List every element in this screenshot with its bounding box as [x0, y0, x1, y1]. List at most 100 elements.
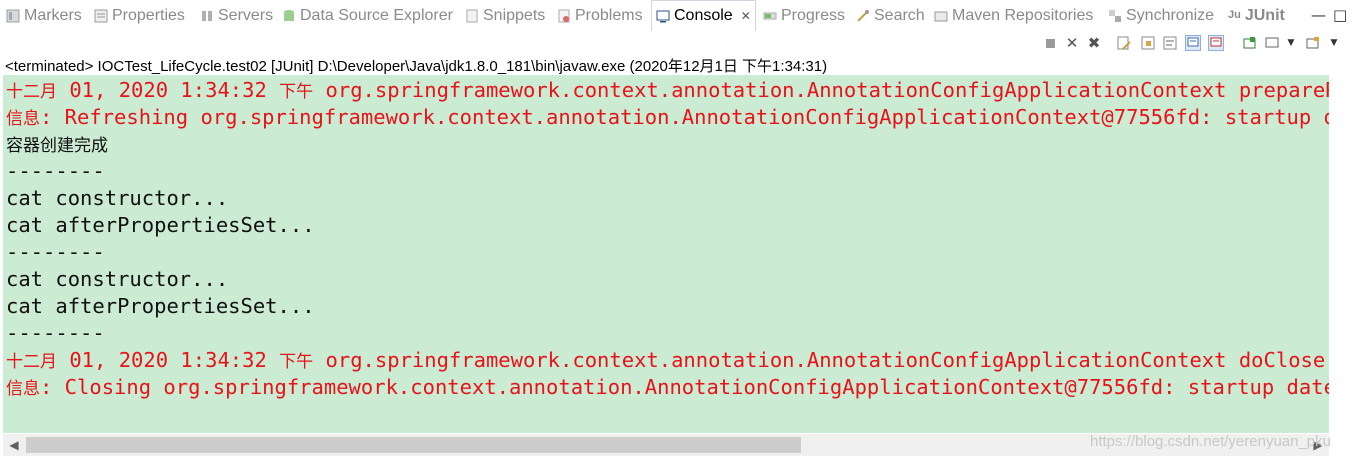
chevron-down-icon: ▼ — [1287, 38, 1295, 48]
remove-launch-button[interactable]: ✕ — [1064, 34, 1080, 52]
console-line-message: org.springframework.context.annotation.A… — [313, 78, 1330, 102]
tab-data-source-explorer[interactable]: Data Source Explorer — [282, 0, 453, 32]
show-console-on-stdout-button[interactable] — [1185, 35, 1201, 51]
console-line-prefix: 信息 — [6, 379, 40, 399]
console-line-text: : Closing org.springframework.context.an… — [40, 375, 1329, 399]
console-line-text: cat constructor... — [6, 186, 229, 210]
console-line: 十二月 01, 2020 1:34:32 下午 org.springframew… — [6, 347, 1325, 374]
console-line-prefix: 容器创建完成 — [6, 136, 108, 156]
console-line: cat constructor... — [6, 185, 228, 212]
snippets-icon — [465, 9, 479, 23]
markers-icon — [6, 9, 20, 23]
console-line-prefix: 十二月 — [6, 352, 57, 372]
console-line: 十二月 01, 2020 1:34:32 下午 org.springframew… — [6, 77, 1329, 104]
tab-label: Markers — [24, 7, 82, 24]
junit-icon: Ju — [1228, 9, 1241, 21]
word-wrap-icon — [1163, 36, 1177, 50]
remove-icon: ✕ — [1065, 34, 1079, 52]
console-toolbar: ✕ ✖ ▼ ▼ — [0, 32, 1353, 54]
console-line-prefix: 信息 — [6, 109, 40, 129]
tab-label: Progress — [781, 7, 846, 24]
clear-console-button[interactable] — [1116, 35, 1132, 51]
display-selected-console-button[interactable] — [1264, 35, 1280, 51]
console-right-margin — [1329, 75, 1353, 433]
remove-all-terminated-button[interactable]: ✖ — [1086, 34, 1102, 52]
progress-icon — [763, 9, 777, 23]
tab-synchronize[interactable]: Synchronize — [1108, 0, 1214, 32]
scroll-left-icon[interactable]: ◀ — [3, 434, 25, 456]
console-line-message: org.springframework.context.annotation.A… — [313, 348, 1326, 372]
console-line: -------- — [6, 239, 105, 266]
tab-label: Snippets — [483, 7, 546, 24]
maximize-view-button[interactable]: □ — [1333, 6, 1347, 24]
terminate-button[interactable] — [1042, 35, 1058, 51]
search-icon — [856, 9, 870, 23]
console-line-text: cat afterPropertiesSet... — [6, 213, 315, 237]
data-source-icon — [282, 9, 296, 23]
console-line-text: : Refreshing org.springframework.context… — [40, 105, 1329, 129]
console-line-text: 01, 2020 1:34:32 — [57, 78, 280, 102]
pin-icon — [1243, 37, 1256, 49]
word-wrap-button[interactable] — [1162, 35, 1178, 51]
console-line-text: 01, 2020 1:34:32 — [57, 348, 280, 372]
tab-console[interactable]: Console ✕ — [651, 0, 756, 31]
launch-status: <terminated> IOCTest_LifeCycle.test02 [J… — [5, 58, 828, 75]
console-line-prefix: 十二月 — [6, 82, 57, 102]
console-line: -------- — [6, 320, 105, 347]
tab-label: Console — [674, 7, 733, 24]
console-line: 容器创建完成 — [6, 131, 108, 158]
tab-markers[interactable]: Markers — [6, 0, 82, 32]
tab-snippets[interactable]: Snippets — [465, 0, 545, 32]
open-console-button[interactable] — [1305, 35, 1321, 51]
synchronize-icon — [1108, 9, 1122, 23]
tab-search[interactable]: Search — [856, 0, 925, 32]
tab-label: Synchronize — [1126, 7, 1215, 24]
tab-problems[interactable]: Problems — [557, 0, 643, 32]
console-line-text: -------- — [6, 321, 105, 345]
tab-progress[interactable]: Progress — [763, 0, 845, 32]
stop-icon — [1045, 38, 1055, 48]
stderr-icon — [1210, 37, 1222, 47]
console-line-text: -------- — [6, 159, 105, 183]
console-line: cat afterPropertiesSet... — [6, 293, 315, 320]
tab-label: JUnit — [1244, 7, 1285, 24]
chevron-down-icon: ▼ — [1330, 38, 1338, 48]
tab-label: Problems — [575, 7, 643, 24]
minimize-view-button[interactable]: — — [1311, 6, 1326, 24]
console-line-ampm: 下午 — [279, 82, 314, 102]
scroll-lock-button[interactable] — [1140, 35, 1156, 51]
display-console-dropdown[interactable]: ▼ — [1283, 35, 1299, 51]
tab-properties[interactable]: Properties — [94, 0, 185, 32]
remove-all-icon: ✖ — [1087, 34, 1101, 52]
tab-junit[interactable]: Ju JUnit — [1228, 0, 1285, 32]
clear-console-icon — [1117, 36, 1131, 50]
console-line: -------- — [6, 158, 105, 185]
view-tab-bar: Markers Properties Servers Data Source E… — [0, 0, 1353, 32]
console-line: 信息: Refreshing org.springframework.conte… — [6, 104, 1329, 131]
servers-icon — [200, 9, 214, 23]
problems-icon — [557, 9, 571, 23]
scrollbar-thumb[interactable] — [26, 437, 801, 453]
console-icon — [656, 9, 670, 23]
watermark: https://blog.csdn.net/yerenyuan_pku — [1090, 433, 1331, 450]
console-line-text: cat constructor... — [6, 267, 229, 291]
console-line: 信息: Closing org.springframework.context.… — [6, 374, 1329, 401]
console-line-ampm: 下午 — [279, 352, 314, 372]
stdout-icon — [1187, 37, 1199, 47]
close-tab-icon[interactable]: ✕ — [741, 9, 751, 23]
console-line: cat afterPropertiesSet... — [6, 212, 315, 239]
scroll-lock-icon — [1141, 36, 1155, 50]
pin-console-button[interactable] — [1242, 35, 1258, 51]
console-output[interactable]: 十二月 01, 2020 1:34:32 下午 org.springframew… — [3, 75, 1329, 433]
console-line: cat constructor... — [6, 266, 228, 293]
tab-servers[interactable]: Servers — [200, 0, 273, 32]
tab-label: Maven Repositories — [952, 7, 1094, 24]
console-line-text: cat afterPropertiesSet... — [6, 294, 315, 318]
open-console-dropdown[interactable]: ▼ — [1326, 35, 1342, 51]
tab-label: Servers — [218, 7, 274, 24]
tab-maven-repositories[interactable]: Maven Repositories — [934, 0, 1093, 32]
console-line-text: -------- — [6, 240, 105, 264]
tab-label: Search — [874, 7, 925, 24]
maven-icon — [934, 9, 948, 23]
show-console-on-stderr-button[interactable] — [1208, 35, 1224, 51]
